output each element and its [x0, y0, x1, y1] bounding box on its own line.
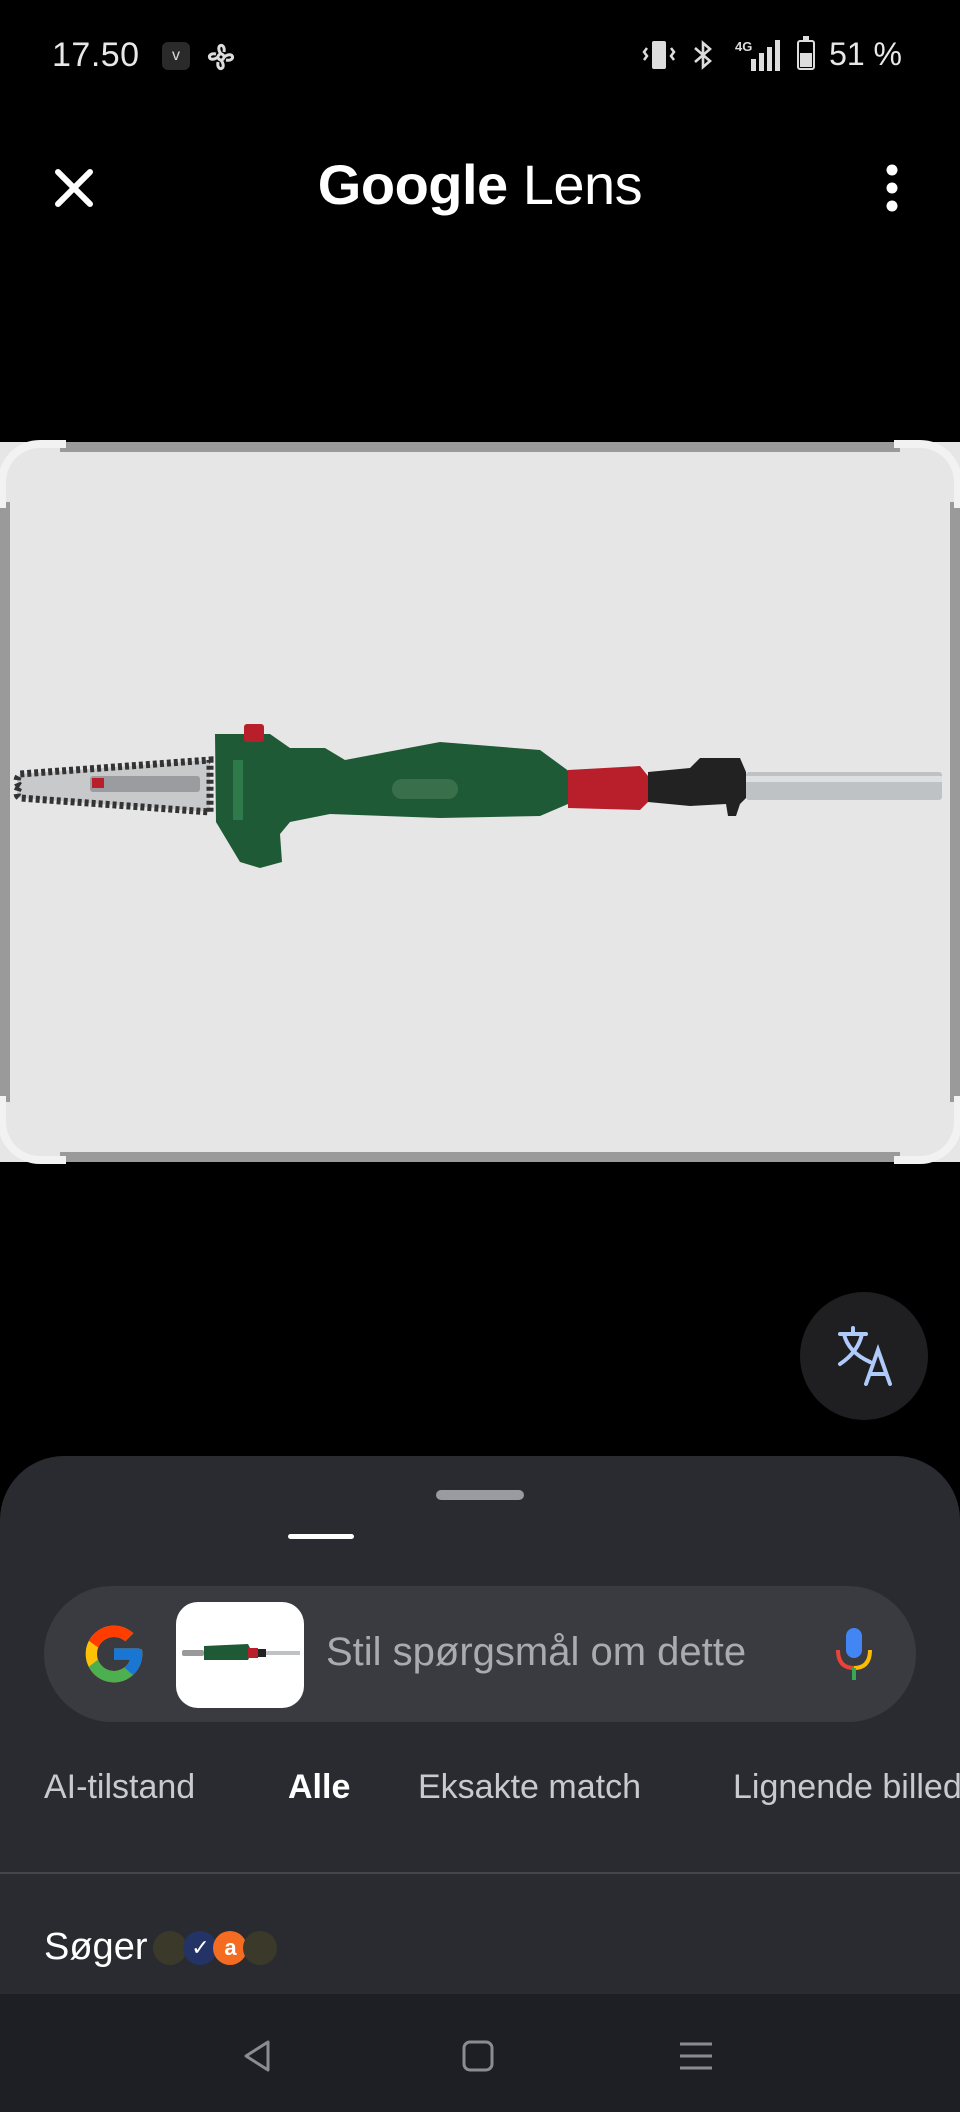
title-product: Lens	[522, 153, 643, 216]
tab-ai-mode[interactable]: AI-tilstand	[44, 1768, 195, 1807]
status-bar: 17.50 v 4G 51 %	[0, 0, 960, 112]
product-image	[13, 724, 942, 868]
source-favicon	[243, 1930, 278, 1965]
app-notification-icon: v	[162, 42, 190, 70]
selected-image-region[interactable]	[0, 440, 960, 1164]
back-icon[interactable]	[238, 2036, 278, 2076]
network-type-label: 4G	[735, 39, 752, 54]
results-tabs: AI-tilstand Alle Eksakte match Lignende …	[0, 1768, 960, 1834]
page-title: Google Lens	[0, 152, 960, 217]
status-indicators: 4G 51 %	[641, 35, 902, 73]
battery-icon	[797, 35, 816, 70]
home-icon[interactable]	[458, 2036, 498, 2076]
source-favicon	[153, 1930, 188, 1965]
tab-exact-matches[interactable]: Eksakte match	[418, 1768, 641, 1807]
bluetooth-icon	[694, 39, 713, 70]
searching-label: Søger	[44, 1926, 148, 1968]
more-vert-icon[interactable]	[872, 158, 912, 218]
source-favicon-a: a	[213, 1930, 248, 1965]
fan-icon	[208, 44, 234, 70]
tab-all[interactable]: Alle	[288, 1768, 350, 1807]
vibrate-icon	[642, 40, 676, 69]
search-input[interactable]: Stil spørgsmål om dette	[326, 1630, 816, 1675]
recents-icon[interactable]	[676, 2036, 716, 2076]
searching-status: Søger ✓ a	[44, 1926, 278, 1969]
active-tab-indicator	[288, 1534, 354, 1539]
search-bar[interactable]: Stil spørgsmål om dette	[44, 1586, 916, 1722]
google-g-icon[interactable]	[80, 1620, 148, 1688]
top-app-bar: Google Lens	[0, 112, 960, 252]
shopping-bag-icon: ✓	[183, 1930, 218, 1965]
mic-icon[interactable]	[832, 1624, 876, 1684]
query-image-thumbnail[interactable]	[176, 1602, 304, 1708]
sheet-drag-handle[interactable]	[436, 1490, 524, 1500]
battery-percent: 51 %	[829, 36, 902, 72]
tab-similar-images[interactable]: Lignende billeder	[733, 1768, 960, 1807]
system-nav-bar	[0, 1994, 960, 2112]
title-brand: Google	[317, 153, 508, 216]
translate-icon	[838, 1326, 892, 1386]
divider	[0, 1872, 960, 1874]
status-time: 17.50	[52, 36, 140, 74]
signal-icon: 4G	[735, 39, 781, 71]
source-icons: ✓ a	[153, 1930, 278, 1965]
translate-button[interactable]	[800, 1292, 928, 1420]
